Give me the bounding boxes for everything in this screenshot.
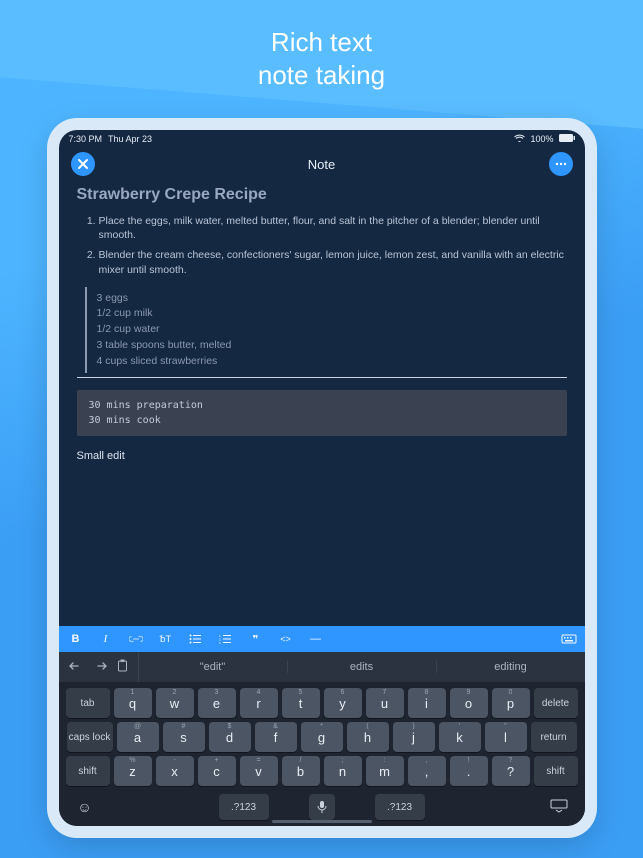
key-k[interactable]: 'k	[439, 722, 481, 752]
keyboard-predictions: "edit" edits editing	[59, 652, 585, 682]
key-x[interactable]: -x	[156, 756, 194, 786]
nav-bar: Note	[59, 146, 585, 186]
paste-button[interactable]	[117, 659, 128, 675]
code-block: 30 mins preparation 30 mins cook	[77, 390, 567, 436]
bullet-list-button[interactable]	[189, 634, 203, 644]
status-time: 7:30 PM	[69, 134, 103, 144]
suggestion[interactable]: edits	[288, 661, 437, 673]
screen: 7:30 PM Thu Apr 23 100% Note	[59, 130, 585, 826]
shift-key[interactable]: shift	[66, 756, 110, 786]
horizontal-rule	[77, 377, 567, 378]
key-m[interactable]: :m	[366, 756, 404, 786]
list-item: Place the eggs, milk water, melted butte…	[99, 214, 567, 242]
keyboard: tab1q2w3e4r5t6y7u8i9o0pdelete caps lock@…	[59, 682, 585, 826]
key-a[interactable]: @a	[117, 722, 159, 752]
caps-lock-key[interactable]: caps lock	[67, 722, 113, 752]
heading-button[interactable]: ␢T	[159, 634, 173, 645]
hero-title: Rich text note taking	[0, 0, 643, 91]
note-content[interactable]: Strawberry Crepe Recipe Place the eggs, …	[59, 186, 585, 626]
list-item: 1/2 cup milk	[97, 306, 567, 322]
list-item: 3 table spoons butter, melted	[97, 338, 567, 354]
key-b[interactable]: /b	[282, 756, 320, 786]
list-item: 1/2 cup water	[97, 322, 567, 338]
suggestion[interactable]: editing	[437, 661, 585, 673]
more-button[interactable]	[549, 152, 573, 176]
home-indicator[interactable]	[272, 820, 372, 823]
ingredients-quote: 3 eggs 1/2 cup milk 1/2 cup water 3 tabl…	[85, 287, 567, 374]
quote-button[interactable]: ❞	[249, 633, 263, 646]
bold-button[interactable]: B	[69, 633, 83, 645]
hr-button[interactable]: —	[309, 633, 323, 645]
key-,[interactable]: ,,	[408, 756, 446, 786]
link-button[interactable]	[129, 634, 143, 644]
svg-text:3: 3	[219, 641, 221, 644]
list-item: 3 eggs	[97, 291, 567, 307]
key-h[interactable]: (h	[347, 722, 389, 752]
key-t[interactable]: 5t	[282, 688, 320, 718]
format-toolbar: B I ␢T 123 ❞ <> —	[59, 626, 585, 652]
undo-button[interactable]	[69, 660, 83, 675]
battery-icon	[559, 134, 575, 144]
key-e[interactable]: 3e	[198, 688, 236, 718]
key-y[interactable]: 6y	[324, 688, 362, 718]
key-.[interactable]: !.	[450, 756, 488, 786]
key-f[interactable]: &f	[255, 722, 297, 752]
note-title: Strawberry Crepe Recipe	[77, 186, 567, 204]
key-g[interactable]: *g	[301, 722, 343, 752]
shift-key[interactable]: shift	[534, 756, 578, 786]
key-u[interactable]: 7u	[366, 688, 404, 718]
status-bar: 7:30 PM Thu Apr 23 100%	[59, 130, 585, 146]
symbols-button[interactable]: .?123	[375, 794, 425, 820]
key-n[interactable]: ;n	[324, 756, 362, 786]
key-s[interactable]: #s	[163, 722, 205, 752]
redo-button[interactable]	[93, 660, 107, 675]
list-item: 4 cups sliced strawberries	[97, 354, 567, 370]
delete-key[interactable]: delete	[534, 688, 578, 718]
close-button[interactable]	[71, 152, 95, 176]
code-button[interactable]: <>	[279, 634, 293, 644]
device-frame: 7:30 PM Thu Apr 23 100% Note	[47, 118, 597, 838]
symbols-button[interactable]: .?123	[219, 794, 269, 820]
page-title: Note	[308, 157, 335, 172]
key-j[interactable]: )j	[393, 722, 435, 752]
key-d[interactable]: $d	[209, 722, 251, 752]
small-edit-text: Small edit	[77, 450, 567, 462]
key-i[interactable]: 8i	[408, 688, 446, 718]
key-p[interactable]: 0p	[492, 688, 530, 718]
key-v[interactable]: =v	[240, 756, 278, 786]
key-c[interactable]: +c	[198, 756, 236, 786]
wifi-icon	[514, 134, 525, 144]
keyboard-toggle-button[interactable]	[561, 633, 575, 645]
emoji-button[interactable]: ☺	[71, 799, 99, 815]
key-r[interactable]: 4r	[240, 688, 278, 718]
dictation-button[interactable]	[309, 794, 335, 820]
status-battery-pct: 100%	[530, 134, 553, 144]
key-w[interactable]: 2w	[156, 688, 194, 718]
list-item: Blender the cream cheese, confectioners'…	[99, 248, 567, 276]
hide-keyboard-button[interactable]	[545, 799, 573, 816]
status-date: Thu Apr 23	[108, 134, 152, 144]
italic-button[interactable]: I	[99, 633, 113, 645]
return-key[interactable]: return	[531, 722, 577, 752]
key-q[interactable]: 1q	[114, 688, 152, 718]
numbered-list-button[interactable]: 123	[219, 634, 233, 644]
steps-list: Place the eggs, milk water, melted butte…	[77, 214, 567, 277]
key-o[interactable]: 9o	[450, 688, 488, 718]
tab-key[interactable]: tab	[66, 688, 110, 718]
key-?[interactable]: ??	[492, 756, 530, 786]
key-z[interactable]: %z	[114, 756, 152, 786]
key-l[interactable]: "l	[485, 722, 527, 752]
suggestion[interactable]: "edit"	[139, 661, 288, 673]
